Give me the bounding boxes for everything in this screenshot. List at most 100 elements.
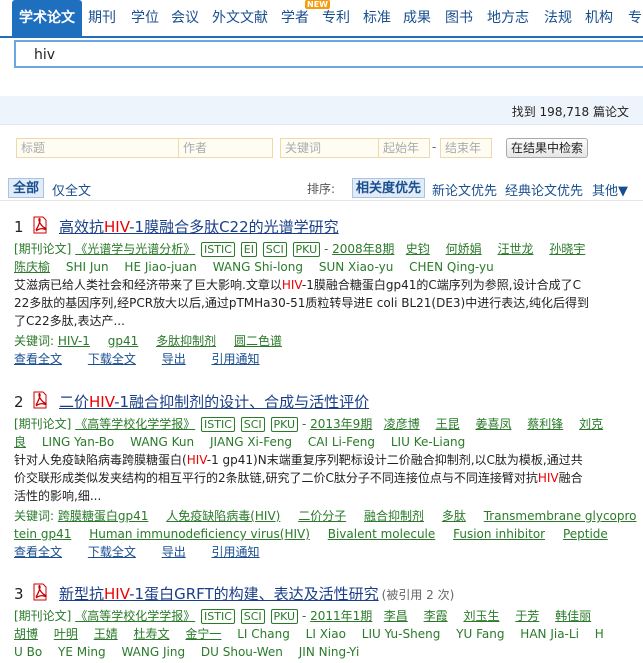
tab-regulations[interactable]: 法规 [544,7,572,27]
keyword-link[interactable]: Transmembrane glycopro [484,509,637,523]
author-name[interactable]: LING Yan-Bo [42,435,114,449]
author-link[interactable]: 凌彦博 [384,417,420,431]
view-fulltext-link[interactable]: 查看全文 [14,352,62,366]
scope-fulltext-tab[interactable]: 仅全文 [52,180,91,199]
journal-link[interactable]: 《光谱学与光谱分析》 [75,242,195,256]
download-fulltext-link[interactable]: 下载全文 [88,352,136,366]
keyword-link[interactable]: 多肽 [442,509,466,523]
author-name[interactable]: YU Fang [456,627,504,641]
author-link[interactable]: 刘玉生 [463,609,499,623]
keyword-filter-input[interactable]: 关键词 [280,138,384,158]
author-name[interactable]: WANG Kun [130,435,194,449]
citation-alert-link[interactable]: 引用通知 [212,545,260,559]
author-link[interactable]: 蔡利锋 [527,417,563,431]
sort-classic[interactable]: 经典论文优先 [505,180,583,199]
keyword-link[interactable]: Fusion inhibitor [453,527,545,541]
sort-newest[interactable]: 新论文优先 [432,180,497,199]
author-link[interactable]: 李霞 [424,609,448,623]
author-link[interactable]: 孙晓宇 [549,242,585,256]
author-name[interactable]: U Bo [14,645,42,659]
export-link[interactable]: 导出 [162,352,186,366]
author-link[interactable]: 胡博 [14,627,38,641]
result-title-link[interactable]: 新型抗HIV-1蛋白GRFT的构建、表达及活性研究 [59,585,379,603]
pdf-icon[interactable] [32,391,48,409]
keyword-link[interactable]: 跨膜糖蛋白gp41 [58,509,149,523]
tab-journals[interactable]: 期刊 [88,7,116,27]
author-name[interactable]: HE Jiao-juan [124,260,196,274]
keyword-link[interactable]: gp41 [108,334,139,348]
tab-foreign-literature[interactable]: 外文文献 [212,7,268,27]
tab-books[interactable]: 图书 [445,7,473,27]
tab-institutions[interactable]: 机构 [585,7,613,27]
author-name[interactable]: HAN Jia-Li [520,627,579,641]
keyword-link[interactable]: tein gp41 [14,527,71,541]
author-name[interactable]: WANG Jing [121,645,185,659]
tab-conference[interactable]: 会议 [171,7,199,27]
author-name[interactable]: WANG Shi-long [213,260,303,274]
author-link[interactable]: 良 [14,435,26,449]
pdf-icon[interactable] [32,583,48,601]
author-name[interactable]: CHEN Qing-yu [409,260,494,274]
author-link[interactable]: 汪世龙 [497,242,533,256]
tab-local-chronicles[interactable]: 地方志 [487,7,529,27]
author-link[interactable]: 金宁一 [185,627,221,641]
tab-scholars[interactable]: 学者 [281,7,309,27]
tab-degree[interactable]: 学位 [131,7,159,27]
sort-other-dropdown[interactable]: 其他▼ [592,180,628,199]
author-link[interactable]: 陈庆榆 [14,260,50,274]
issue-link[interactable]: 2008年8期 [332,242,394,256]
export-link[interactable]: 导出 [162,545,186,559]
author-name[interactable]: LIU Ke-Liang [391,435,465,449]
tab-more[interactable]: 专 [628,7,642,27]
author-link[interactable]: 王昆 [436,417,460,431]
author-link[interactable]: 于芳 [515,609,539,623]
result-title-link[interactable]: 高效抗HIV-1膜融合多肽C22的光谱学研究 [59,216,339,237]
author-name[interactable]: CAI Li-Feng [308,435,375,449]
scope-all-tab[interactable]: 全部 [8,178,45,198]
view-fulltext-link[interactable]: 查看全文 [14,545,62,559]
keyword-link[interactable]: 二价分子 [298,509,346,523]
author-link[interactable]: 李昌 [384,609,408,623]
download-fulltext-link[interactable]: 下载全文 [88,545,136,559]
author-name[interactable]: LI Chang [237,627,290,641]
author-link[interactable]: 叶明 [54,627,78,641]
author-name[interactable]: JIANG Xi-Feng [210,435,292,449]
citation-alert-link[interactable]: 引用通知 [212,352,260,366]
author-name[interactable]: DU Shou-Wen [201,645,283,659]
pdf-icon[interactable] [32,216,48,234]
search-within-results-button[interactable]: 在结果中检索 [506,138,588,158]
journal-link[interactable]: 《高等学校化学学报》 [75,609,195,623]
tab-achievements[interactable]: 成果 [403,7,431,27]
author-name[interactable]: SUN Xiao-yu [319,260,394,274]
sort-relevance[interactable]: 相关度优先 [352,178,426,198]
author-name[interactable]: SHI Jun [66,260,109,274]
keyword-link[interactable]: 融合抑制剂 [364,509,424,523]
issue-link[interactable]: 2011年1期 [310,609,372,623]
issue-link[interactable]: 2013年9期 [310,417,372,431]
author-link[interactable]: 刘克 [579,417,603,431]
author-link[interactable]: 韩佳丽 [555,609,591,623]
author-name[interactable]: LI Xiao [306,627,346,641]
result-title-link[interactable]: 二价HIV-1融合抑制剂的设计、合成与活性评价 [59,391,369,412]
author-link[interactable]: 姜喜凤 [475,417,511,431]
search-input[interactable] [32,46,616,64]
tab-academic-papers[interactable]: 学术论文 [12,0,82,36]
author-link[interactable]: 王婧 [94,627,118,641]
end-year-input[interactable]: 结束年 [440,138,492,158]
keyword-link[interactable]: Peptide [563,527,608,541]
tab-standards[interactable]: 标准 [363,7,391,27]
journal-link[interactable]: 《高等学校化学学报》 [75,417,195,431]
keyword-link[interactable]: Bivalent molecule [328,527,436,541]
title-filter-input[interactable]: 标题 [16,138,182,158]
author-link[interactable]: 何娇娟 [446,242,482,256]
author-name[interactable]: LIU Yu-Sheng [362,627,441,641]
author-name[interactable]: JIN Ning-Yi [299,645,360,659]
tab-patents[interactable]: 专利 [322,7,350,27]
start-year-input[interactable]: 起始年 [378,138,430,158]
author-filter-input[interactable]: 作者 [178,138,273,158]
keyword-link[interactable]: 多肽抑制剂 [156,334,216,348]
keyword-link[interactable]: Human immunodeficiency virus(HIV) [89,527,310,541]
keyword-link[interactable]: 圆二色谱 [234,334,282,348]
author-link[interactable]: 史钧 [406,242,430,256]
author-name[interactable]: YE Ming [58,645,106,659]
